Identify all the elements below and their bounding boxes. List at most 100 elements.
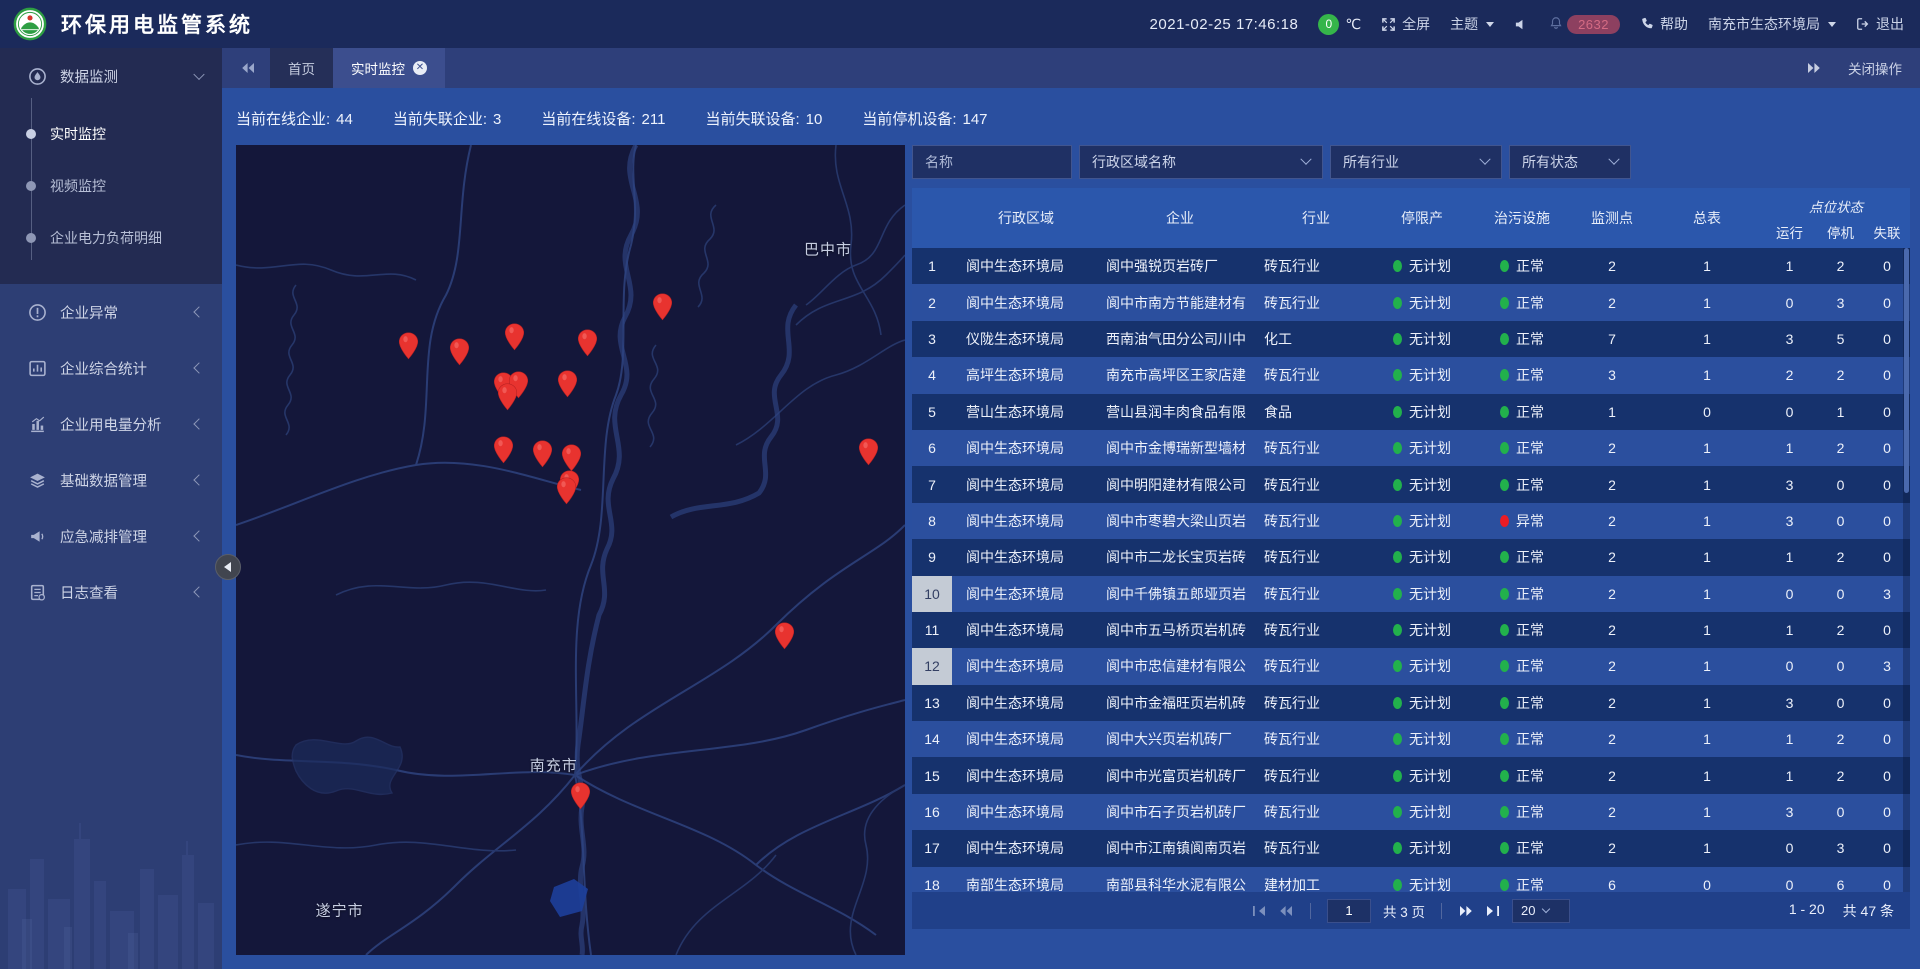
page-size-select[interactable]: 20 bbox=[1512, 899, 1570, 923]
map-marker-pin-icon[interactable] bbox=[398, 332, 419, 360]
help-button[interactable]: 帮助 bbox=[1640, 14, 1688, 34]
notifications-button[interactable]: 2632 bbox=[1549, 15, 1620, 34]
cell-company: 阆中市忠信建材有限公 bbox=[1100, 648, 1260, 684]
table-row[interactable]: 17阆中生态环境局阆中市江南镇阆南页岩砖瓦行业无计划正常21030 bbox=[912, 830, 1910, 866]
map-marker-pin-icon[interactable] bbox=[504, 323, 525, 351]
table-row[interactable]: 1阆中生态环境局阆中强锐页岩砖厂砖瓦行业无计划正常21120 bbox=[912, 248, 1910, 284]
table-row[interactable]: 9阆中生态环境局阆中市二龙长宝页岩砖砖瓦行业无计划正常21120 bbox=[912, 539, 1910, 575]
row-index: 13 bbox=[912, 685, 952, 721]
table-row[interactable]: 8阆中生态环境局阆中市枣碧大梁山页岩砖瓦行业无计划异常21300 bbox=[912, 503, 1910, 539]
sidebar-subitem-video-monitoring[interactable]: 视频监控 bbox=[0, 160, 222, 212]
pager-next-button[interactable] bbox=[1458, 905, 1474, 917]
map-canvas[interactable]: 巴中市南充市遂宁市 bbox=[236, 145, 905, 955]
sidebar-subitem-power-load-detail[interactable]: 企业电力负荷明细 bbox=[0, 212, 222, 264]
table-row[interactable]: 16阆中生态环境局阆中市石子页岩机砖厂砖瓦行业无计划正常21300 bbox=[912, 794, 1910, 830]
sidebar-item-data-monitoring[interactable]: 数据监测 bbox=[0, 48, 222, 104]
name-filter-input[interactable] bbox=[912, 145, 1072, 179]
facility-status-text: 正常 bbox=[1516, 729, 1544, 749]
chevron-left-icon bbox=[193, 306, 204, 317]
tab-close-icon[interactable]: ✕ bbox=[413, 61, 427, 75]
table-row[interactable]: 12阆中生态环境局阆中市忠信建材有限公砖瓦行业无计划正常21003 bbox=[912, 648, 1910, 684]
cell-facility-status: 正常 bbox=[1472, 357, 1572, 393]
close-operations-dropdown[interactable]: 关闭操作 bbox=[1848, 58, 1902, 78]
tabs-scroll-left-icon[interactable] bbox=[240, 62, 256, 74]
notification-count-badge: 2632 bbox=[1567, 15, 1620, 34]
map-collapse-button[interactable] bbox=[215, 554, 241, 580]
map-marker-pin-icon[interactable] bbox=[556, 477, 577, 505]
cell-total-meter: 1 bbox=[1652, 248, 1762, 284]
status-dot-icon bbox=[1500, 406, 1509, 418]
sidebar-subitem-label: 视频监控 bbox=[50, 176, 106, 196]
map-marker-pin-icon[interactable] bbox=[493, 436, 514, 464]
megaphone-icon bbox=[28, 527, 47, 546]
map-marker-pin-icon[interactable] bbox=[561, 444, 582, 472]
cell-industry: 砖瓦行业 bbox=[1260, 794, 1372, 830]
pager-first-button[interactable] bbox=[1252, 905, 1266, 917]
chevron-left-icon bbox=[193, 418, 204, 429]
table-row[interactable]: 11阆中生态环境局阆中市五马桥页岩机砖砖瓦行业无计划正常21120 bbox=[912, 612, 1910, 648]
map-marker-pin-icon[interactable] bbox=[532, 440, 553, 468]
table-row[interactable]: 18南部生态环境局南部县科华水泥有限公建材加工无计划正常60060 bbox=[912, 867, 1910, 892]
tab-realtime[interactable]: 实时监控✕ bbox=[333, 48, 445, 88]
map-marker-pin-icon[interactable] bbox=[557, 370, 578, 398]
status-filter-select[interactable]: 所有状态 bbox=[1509, 145, 1631, 179]
sound-mute-button[interactable] bbox=[1514, 17, 1529, 32]
cell-monitor-count: 2 bbox=[1572, 648, 1652, 684]
table-row[interactable]: 2阆中生态环境局阆中市南方节能建材有砖瓦行业无计划正常21030 bbox=[912, 284, 1910, 320]
map-marker-pin-icon[interactable] bbox=[652, 293, 673, 321]
industry-filter-select[interactable]: 所有行业 bbox=[1330, 145, 1502, 179]
table-row[interactable]: 4高坪生态环境局南充市高坪区王家店建砖瓦行业无计划正常31220 bbox=[912, 357, 1910, 393]
cell-running-count: 3 bbox=[1762, 503, 1817, 539]
page-number-input[interactable] bbox=[1327, 899, 1371, 923]
facility-status-text: 正常 bbox=[1516, 329, 1544, 349]
status-dot-icon bbox=[1500, 733, 1509, 745]
table-row[interactable]: 14阆中生态环境局阆中大兴页岩机砖厂砖瓦行业无计划正常21120 bbox=[912, 721, 1910, 757]
sidebar-item-enterprise-statistics[interactable]: 企业综合统计 bbox=[0, 340, 222, 396]
cell-monitor-count: 7 bbox=[1572, 321, 1652, 357]
chevron-left-icon bbox=[193, 530, 204, 541]
limit-status-text: 无计划 bbox=[1409, 329, 1451, 349]
status-filter-value: 所有状态 bbox=[1522, 152, 1578, 172]
sidebar-subitem-realtime-monitoring[interactable]: 实时监控 bbox=[0, 108, 222, 160]
tabs-container: 首页实时监控✕ bbox=[270, 48, 445, 88]
scrollbar-thumb[interactable] bbox=[1904, 248, 1909, 493]
stat-value: 3 bbox=[493, 111, 501, 128]
region-filter-select[interactable]: 行政区域名称 bbox=[1079, 145, 1323, 179]
tabs-scroll-right-icon[interactable] bbox=[1806, 62, 1822, 74]
cell-facility-status: 正常 bbox=[1472, 648, 1572, 684]
theme-label: 主题 bbox=[1450, 14, 1478, 34]
map-marker-pin-icon[interactable] bbox=[774, 622, 795, 650]
status-summary-bar: 当前在线企业:44当前失联企业:3当前在线设备:211当前失联设备:10当前停机… bbox=[236, 108, 988, 129]
map-marker-pin-icon[interactable] bbox=[858, 438, 879, 466]
map-marker-pin-icon[interactable] bbox=[497, 383, 518, 411]
limit-status-text: 无计划 bbox=[1409, 256, 1451, 276]
table-row[interactable]: 3仪陇生态环境局西南油气田分公司川中化工无计划正常71350 bbox=[912, 321, 1910, 357]
org-dropdown[interactable]: 南充市生态环境局 bbox=[1708, 14, 1836, 34]
pager-prev-button[interactable] bbox=[1278, 905, 1294, 917]
sidebar-item-power-usage-analysis[interactable]: 企业用电量分析 bbox=[0, 396, 222, 452]
fullscreen-button[interactable]: 全屏 bbox=[1381, 14, 1430, 34]
cell-company: 阆中千佛镇五郎垭页岩 bbox=[1100, 576, 1260, 612]
table-row[interactable]: 10阆中生态环境局阆中千佛镇五郎垭页岩砖瓦行业无计划正常21003 bbox=[912, 576, 1910, 612]
table-row[interactable]: 13阆中生态环境局阆中市金福旺页岩机砖砖瓦行业无计划正常21300 bbox=[912, 685, 1910, 721]
map-marker-pin-icon[interactable] bbox=[449, 338, 470, 366]
logout-button[interactable]: 退出 bbox=[1856, 14, 1904, 34]
map-marker-pin-icon[interactable] bbox=[577, 329, 598, 357]
sidebar-item-emergency-reduction[interactable]: 应急减排管理 bbox=[0, 508, 222, 564]
cell-total-meter: 0 bbox=[1652, 867, 1762, 892]
map-roads-layer bbox=[236, 145, 905, 955]
table-row[interactable]: 7阆中生态环境局阆中明阳建材有限公司砖瓦行业无计划正常21300 bbox=[912, 466, 1910, 502]
sidebar-item-enterprise-abnormal[interactable]: 企业异常 bbox=[0, 284, 222, 340]
table-row[interactable]: 15阆中生态环境局阆中市光富页岩机砖厂砖瓦行业无计划正常21120 bbox=[912, 757, 1910, 793]
cell-company: 阆中市二龙长宝页岩砖 bbox=[1100, 539, 1260, 575]
pager-last-button[interactable] bbox=[1486, 905, 1500, 917]
table-row[interactable]: 6阆中生态环境局阆中市金博瑞新型墙材砖瓦行业无计划正常21120 bbox=[912, 430, 1910, 466]
theme-dropdown[interactable]: 主题 bbox=[1450, 14, 1494, 34]
map-marker-pin-icon[interactable] bbox=[570, 782, 591, 810]
sidebar-item-log-view[interactable]: 日志查看 bbox=[0, 564, 222, 620]
status-stat: 当前在线企业:44 bbox=[236, 108, 353, 129]
table-row[interactable]: 5营山生态环境局营山县润丰肉食品有限食品无计划正常10010 bbox=[912, 394, 1910, 430]
table-scrollbar[interactable] bbox=[1903, 248, 1910, 892]
tab-home[interactable]: 首页 bbox=[270, 48, 333, 88]
sidebar-item-base-data-management[interactable]: 基础数据管理 bbox=[0, 452, 222, 508]
